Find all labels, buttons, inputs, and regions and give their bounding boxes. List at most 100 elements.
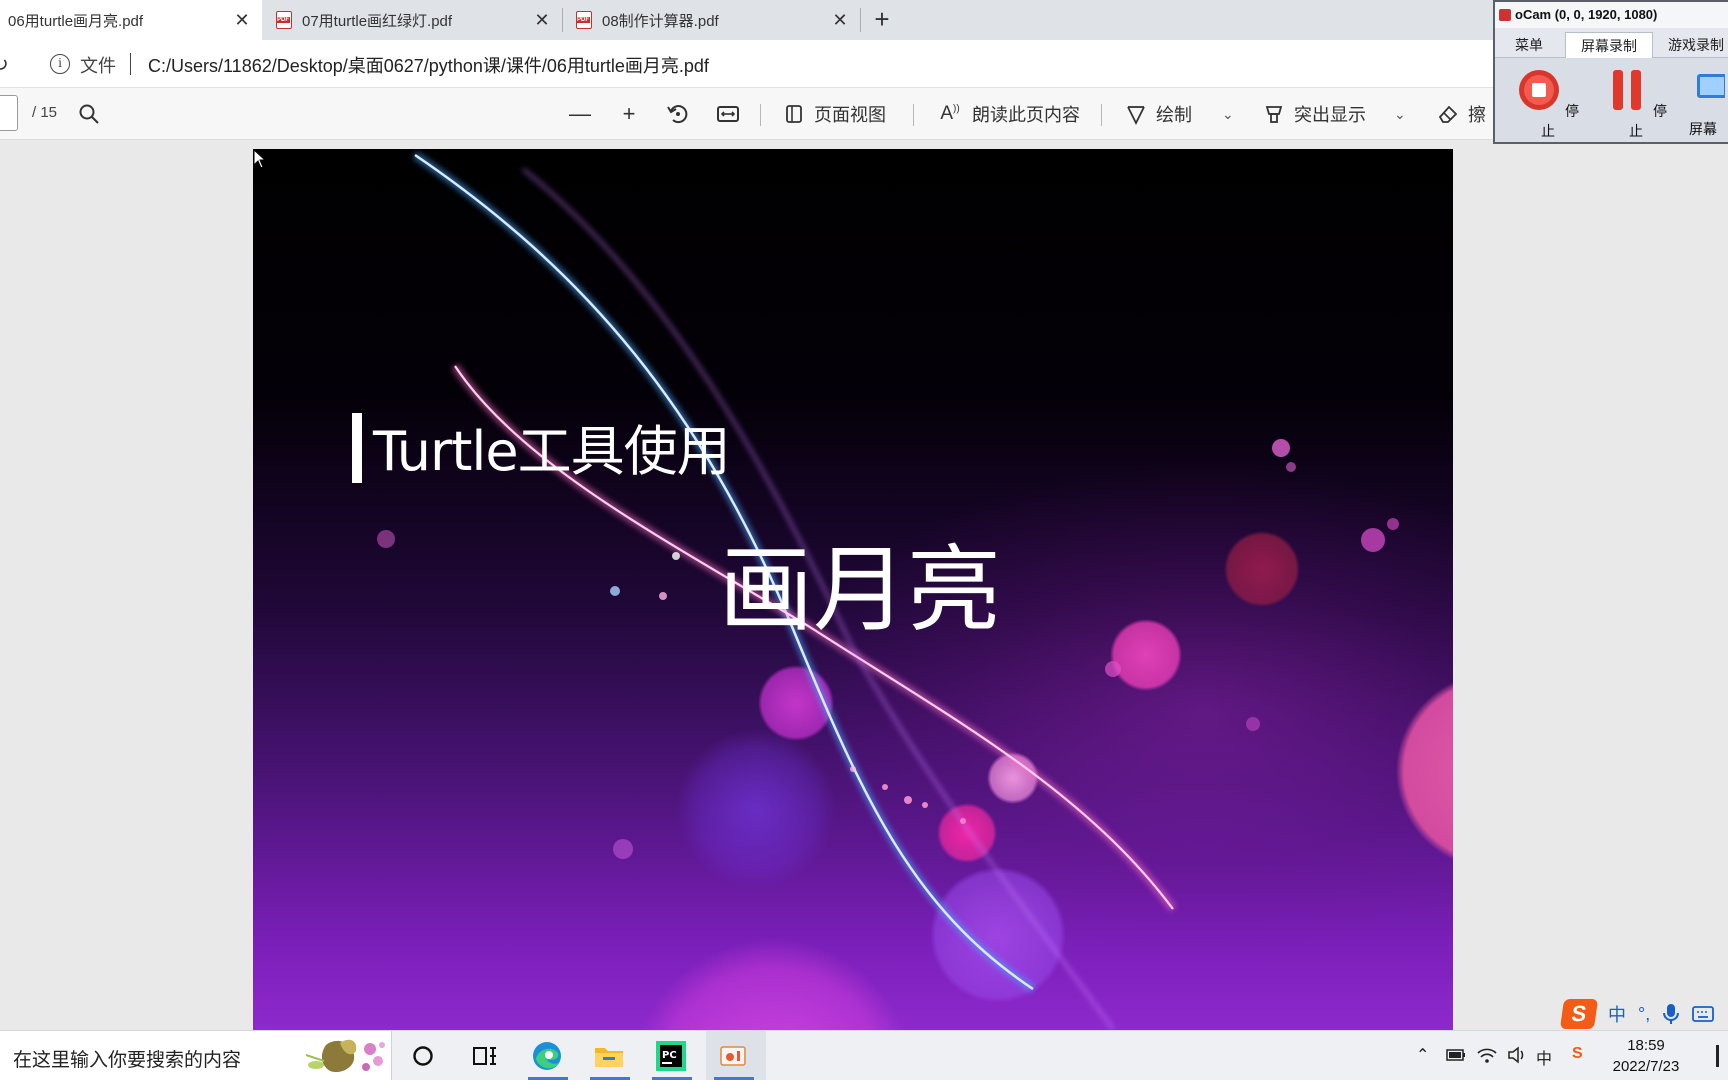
new-tab-icon[interactable]: + — [868, 6, 896, 34]
chevron-down-icon[interactable]: ⌄ — [1394, 106, 1406, 123]
slide-title: 画月亮 — [719, 536, 1002, 645]
highlight-icon — [1265, 106, 1283, 123]
tab-title: 08制作计算器.pdf — [602, 12, 719, 30]
rotate-button[interactable] — [665, 100, 691, 128]
file-explorer-icon[interactable] — [592, 1039, 626, 1073]
tab-07[interactable]: 07用turtle画红绿灯.pdf ✕ — [270, 0, 562, 40]
erase-button[interactable]: 擦 — [1436, 100, 1486, 128]
read-aloud-icon: A)) — [940, 103, 960, 124]
erase-label: 擦 — [1468, 105, 1486, 125]
cortana-icon[interactable] — [406, 1039, 440, 1073]
search-button[interactable] — [78, 100, 100, 128]
search-highlight-image — [305, 1039, 385, 1073]
clock-time: 18:59 — [1627, 1037, 1665, 1054]
pdf-file-icon — [276, 11, 292, 29]
fit-width-icon — [717, 106, 739, 122]
zoom-out-button[interactable]: — — [566, 100, 594, 128]
draw-icon — [1127, 106, 1145, 126]
taskbar: 在这里输入你要搜索的内容 PC ⌃ 中 S 18:59 2022/7/23 — [0, 1030, 1728, 1080]
ocam-title: oCam (0, 0, 1920, 1080) — [1495, 2, 1728, 28]
toolbar-divider — [760, 104, 761, 126]
battery-icon[interactable] — [1446, 1047, 1466, 1063]
ocam-tab-menu[interactable]: 菜单 — [1501, 32, 1557, 58]
page-count: / 15 — [32, 104, 58, 121]
page-number-input[interactable] — [0, 95, 18, 131]
pdf-file-icon — [576, 11, 592, 29]
svg-text:PC: PC — [662, 1050, 677, 1061]
pause-icon — [1613, 70, 1642, 110]
ime-toolbar: S 中 °, — [1559, 998, 1728, 1030]
microphone-icon[interactable] — [1662, 1003, 1680, 1025]
page-view-icon — [786, 105, 802, 123]
plus-icon: + — [622, 101, 636, 126]
page-view-button[interactable]: 页面视图 — [782, 100, 886, 128]
ocam-stop-button[interactable]: 停止 — [1513, 68, 1583, 141]
ocam-window[interactable]: oCam (0, 0, 1920, 1080) 菜单 屏幕录制 游戏录制 停止 … — [1493, 0, 1728, 144]
tray-chevron-up-icon[interactable]: ⌃ — [1416, 1045, 1429, 1065]
stop-icon — [1519, 70, 1560, 110]
address-divider — [130, 53, 131, 75]
draw-label: 绘制 — [1156, 105, 1192, 125]
ocam-tab-game-record[interactable]: 游戏录制 — [1661, 32, 1728, 58]
read-aloud-button[interactable]: A)) 朗读此页内容 — [936, 100, 1080, 128]
ime-punctuation-toggle[interactable]: °, — [1638, 1004, 1650, 1025]
wifi-icon[interactable] — [1476, 1045, 1498, 1065]
ime-language-indicator[interactable]: 中 — [1536, 1045, 1552, 1069]
subtitle-accent-bar — [352, 413, 362, 483]
pycharm-icon[interactable]: PC — [654, 1039, 688, 1073]
tab-strip: 06用turtle画月亮.pdf ✕ 07用turtle画红绿灯.pdf ✕ 0… — [0, 0, 1728, 40]
sogou-tray-icon[interactable]: S — [1572, 1045, 1583, 1063]
ocam-pause-button[interactable]: 停止 — [1601, 68, 1671, 141]
taskbar-clock[interactable]: 18:59 2022/7/23 — [1600, 1035, 1692, 1077]
reload-icon[interactable]: ↻ — [0, 52, 9, 77]
clock-date: 2022/7/23 — [1612, 1058, 1680, 1075]
edge-browser-icon[interactable] — [530, 1039, 564, 1073]
page-view-label: 页面视图 — [814, 105, 886, 125]
address-scheme-label: 文件 — [80, 56, 116, 76]
ocam-screen-button[interactable]: 屏幕 — [1673, 68, 1728, 139]
document-viewport[interactable]: Turtle工具使用 画月亮 — [0, 140, 1728, 1030]
eraser-icon — [1438, 105, 1458, 123]
ocam-tab-bar: 菜单 屏幕录制 游戏录制 — [1495, 28, 1728, 58]
pdf-page-slide: Turtle工具使用 画月亮 — [253, 149, 1453, 1030]
monitor-icon — [1697, 74, 1727, 98]
mouse-cursor-icon — [253, 149, 267, 169]
highlight-button[interactable]: 突出显示 — [1262, 100, 1366, 128]
minus-icon: — — [569, 101, 591, 126]
ocam-tab-screen-record[interactable]: 屏幕录制 — [1565, 32, 1653, 58]
keyboard-icon[interactable] — [1692, 1005, 1715, 1023]
toolbar-divider — [913, 104, 914, 126]
highlight-label: 突出显示 — [1294, 105, 1366, 125]
ime-mode-toggle[interactable]: 中 — [1608, 1001, 1626, 1027]
read-aloud-label: 朗读此页内容 — [972, 105, 1080, 125]
tab-divider — [860, 8, 861, 32]
tab-08[interactable]: 08制作计算器.pdf ✕ — [568, 0, 860, 40]
tab-title: 06用turtle画月亮.pdf — [8, 12, 144, 30]
draw-button[interactable]: 绘制 — [1124, 100, 1192, 128]
zoom-in-button[interactable]: + — [615, 100, 643, 128]
taskbar-search-box[interactable]: 在这里输入你要搜索的内容 — [0, 1031, 392, 1080]
ocam-taskbar-icon[interactable] — [716, 1039, 750, 1073]
rotate-icon — [667, 105, 688, 124]
fit-width-button[interactable] — [715, 100, 741, 128]
tab-06[interactable]: 06用turtle画月亮.pdf ✕ — [0, 0, 262, 40]
slide-subtitle: Turtle工具使用 — [373, 420, 731, 483]
info-icon[interactable]: i — [50, 54, 70, 74]
search-icon — [79, 104, 99, 124]
close-icon[interactable]: ✕ — [232, 10, 252, 30]
search-input[interactable]: 在这里输入你要搜索的内容 — [13, 1045, 241, 1072]
tab-divider — [562, 8, 563, 32]
chevron-down-icon[interactable]: ⌄ — [1222, 106, 1234, 123]
address-bar: ↻ i 文件 C:/Users/11862/Desktop/桌面0627/pyt… — [0, 40, 1728, 88]
tab-title: 07用turtle画红绿灯.pdf — [302, 12, 453, 30]
close-icon[interactable]: ✕ — [830, 10, 850, 30]
sogou-logo-icon[interactable]: S — [1559, 999, 1599, 1029]
show-desktop-button[interactable] — [1716, 1045, 1719, 1067]
task-view-icon[interactable] — [468, 1039, 502, 1073]
address-input[interactable]: C:/Users/11862/Desktop/桌面0627/python课/课件… — [148, 52, 709, 78]
toolbar-divider — [1101, 104, 1102, 126]
close-icon[interactable]: ✕ — [532, 10, 552, 30]
ocam-screen-label: 屏幕 — [1689, 121, 1717, 137]
volume-icon[interactable] — [1506, 1045, 1528, 1065]
pdf-toolbar: / 15 — + 页面视图 A)) 朗读此页内容 绘制 ⌄ 突出显示 ⌄ 擦 — [0, 88, 1728, 140]
